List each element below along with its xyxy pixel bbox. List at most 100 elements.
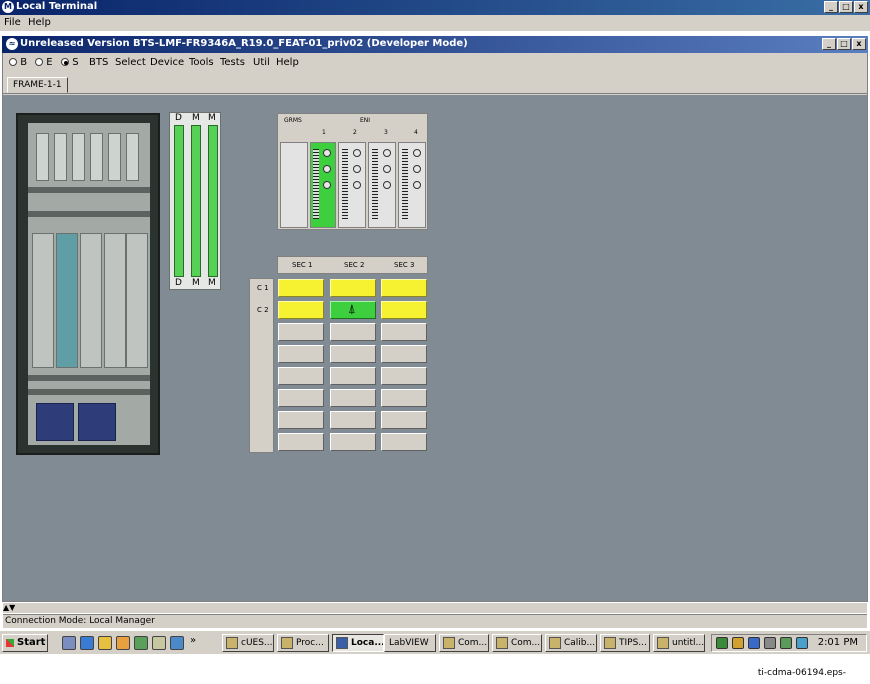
dmm-label-bottom: D (175, 278, 182, 288)
grid-cell[interactable] (381, 389, 427, 407)
task-button[interactable]: Calib... (545, 634, 597, 652)
grid-cell[interactable] (381, 433, 427, 451)
quicklaunch-icon[interactable] (152, 636, 166, 650)
tray-icon[interactable] (764, 637, 776, 649)
tray-icon[interactable] (748, 637, 760, 649)
grid-cell[interactable] (330, 323, 376, 341)
menu-tools[interactable]: Tools (189, 57, 214, 68)
quicklaunch-icon[interactable] (116, 636, 130, 650)
grid-cell[interactable] (278, 411, 324, 429)
task-button[interactable]: Proc... (277, 634, 329, 652)
grid-cell[interactable] (330, 345, 376, 363)
task-label: untitl... (672, 638, 705, 648)
task-button[interactable]: TIPS... (600, 634, 650, 652)
clock[interactable]: 2:01 PM (818, 637, 858, 648)
eni-slot-3[interactable] (368, 142, 396, 228)
quicklaunch-icon[interactable] (170, 636, 184, 650)
tab-frame-1-1[interactable]: FRAME-1-1 (7, 77, 68, 93)
minimize-button[interactable]: _ (824, 1, 838, 13)
grid-cell[interactable] (330, 433, 376, 451)
menu-help[interactable]: Help (28, 17, 51, 28)
cell-c2-sec3[interactable] (381, 301, 427, 319)
cell-c1-sec3[interactable] (381, 279, 427, 297)
maximize-button[interactable]: □ (839, 1, 853, 13)
task-button[interactable]: Com... (439, 634, 489, 652)
ie-icon[interactable] (80, 636, 94, 650)
card-bay (32, 233, 54, 368)
inner-menubar: B E S BTS Select Device Tools Tests Util… (3, 55, 867, 72)
quicklaunch-icon[interactable] (134, 636, 148, 650)
grid-cell[interactable] (278, 433, 324, 451)
menu-tests[interactable]: Tests (220, 57, 245, 68)
dmm-card-panel: D M M D M M (169, 112, 221, 290)
cell-c2-sec1[interactable] (278, 301, 324, 319)
radio-e-icon[interactable] (35, 58, 43, 66)
tray-icon[interactable] (716, 637, 728, 649)
card-bay (56, 233, 78, 368)
card-bay (80, 233, 102, 368)
start-button[interactable]: Start (2, 634, 48, 652)
task-button[interactable]: untitl... (653, 634, 705, 652)
dmm-card[interactable] (208, 125, 218, 277)
radio-s[interactable]: S (61, 57, 79, 68)
grid-cell[interactable] (278, 323, 324, 341)
close-button[interactable]: x (854, 1, 868, 13)
grid-cell[interactable] (278, 345, 324, 363)
grid-cell[interactable] (330, 367, 376, 385)
grms-slot[interactable] (280, 142, 308, 228)
grid-cell[interactable] (278, 367, 324, 385)
menu-file[interactable]: File (4, 17, 21, 28)
radio-s-icon[interactable] (61, 58, 69, 66)
grid-cell[interactable] (278, 389, 324, 407)
eni-slot-2[interactable] (338, 142, 366, 228)
eni-slot-1[interactable] (310, 142, 336, 228)
card-stripe (402, 149, 408, 219)
status-led-icon (353, 181, 361, 189)
menu-util[interactable]: Util (253, 57, 270, 68)
dmm-card[interactable] (191, 125, 201, 277)
task-button[interactable]: Com... (492, 634, 542, 652)
tray-icon[interactable] (780, 637, 792, 649)
tray-icon[interactable] (796, 637, 808, 649)
sector-header: SEC 3 (394, 261, 415, 269)
dmm-label-bottom: M (192, 278, 200, 288)
fan-module (90, 133, 103, 181)
cell-c2-sec2[interactable]: ⍋ (330, 301, 376, 319)
shelf-divider (28, 389, 150, 395)
grid-cell[interactable] (381, 411, 427, 429)
radio-b[interactable]: B (9, 57, 27, 68)
carrier-column: C 1 C 2 (249, 278, 274, 453)
bts-frame-image[interactable] (16, 113, 160, 455)
cell-c1-sec1[interactable] (278, 279, 324, 297)
menu-select[interactable]: Select (115, 57, 146, 68)
cell-c1-sec2[interactable] (330, 279, 376, 297)
task-button[interactable]: LabVIEW (384, 634, 436, 652)
desktop-icon[interactable] (62, 636, 76, 650)
menu-help-inner[interactable]: Help (276, 57, 299, 68)
menu-device[interactable]: Device (150, 57, 184, 68)
grid-cell[interactable] (381, 345, 427, 363)
inner-close-button[interactable]: x (852, 38, 866, 50)
dmm-label-top: M (208, 113, 216, 123)
task-button[interactable]: cUES... (222, 634, 274, 652)
grid-cell[interactable] (381, 367, 427, 385)
grid-cell[interactable] (381, 323, 427, 341)
fan-module (72, 133, 85, 181)
carrier-label: C 1 (257, 284, 269, 292)
quicklaunch-icon[interactable] (98, 636, 112, 650)
inner-minimize-button[interactable]: _ (822, 38, 836, 50)
app-icon: ≈ (6, 38, 18, 50)
grid-cell[interactable] (330, 389, 376, 407)
dmm-card[interactable] (174, 125, 184, 277)
tray-icon[interactable] (732, 637, 744, 649)
splitter-arrows[interactable]: ▲▼ (3, 603, 867, 613)
radio-b-icon[interactable] (9, 58, 17, 66)
eni-slot-4[interactable] (398, 142, 426, 228)
grid-cell[interactable] (330, 411, 376, 429)
chevron-right-icon[interactable]: » (190, 635, 196, 646)
task-icon (336, 637, 348, 649)
radio-e[interactable]: E (35, 57, 53, 68)
inner-maximize-button[interactable]: □ (837, 38, 851, 50)
menu-bts[interactable]: BTS (89, 57, 108, 68)
task-button-active[interactable]: Loca... (332, 634, 384, 652)
